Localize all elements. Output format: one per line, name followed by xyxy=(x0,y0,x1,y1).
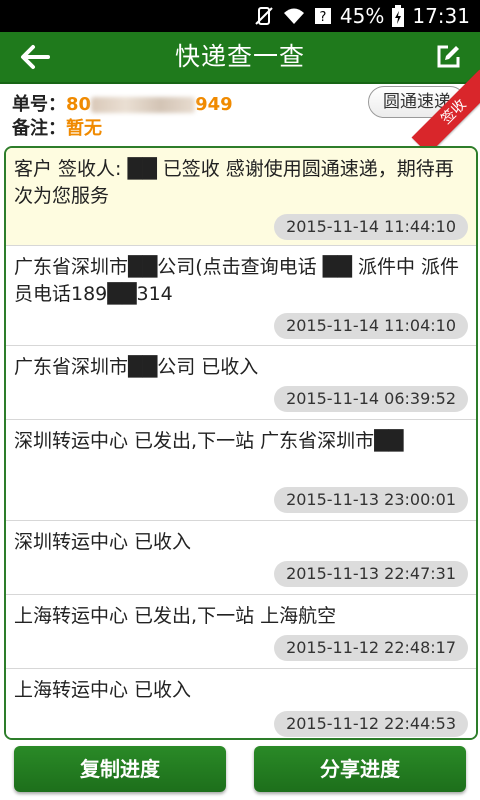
app-bar: 快递查一查 xyxy=(0,32,480,84)
copy-progress-button[interactable]: 复制进度 xyxy=(14,746,226,792)
edit-icon xyxy=(437,45,460,68)
signal-icon: ? xyxy=(314,6,332,26)
event-text: 客户 签收人: ██ 已签收 感谢使用圆通速递，期待再次为您服务 xyxy=(14,158,454,207)
event-text: 上海转运中心 已发出,下一站 上海航空 xyxy=(14,605,337,627)
event-time: 2015-11-14 11:04:10 xyxy=(274,313,468,339)
note-label: 备注： xyxy=(12,118,66,139)
tracking-number-suffix: 949 xyxy=(195,94,233,115)
svg-text:?: ? xyxy=(319,10,326,25)
clock: 17:31 xyxy=(412,4,470,28)
battery-percent: 45% xyxy=(339,4,385,28)
note-row: 备注：暂无 xyxy=(12,114,102,140)
event-time: 2015-11-14 06:39:52 xyxy=(274,386,468,412)
event-text: 上海转运中心 已收入 xyxy=(14,679,192,701)
timeline-item: 深圳转运中心 已发出,下一站 广东省深圳市██ 2015-11-13 23:00… xyxy=(6,420,476,521)
page-title: 快递查一查 xyxy=(174,42,305,71)
status-bar: ? 45% 17:31 xyxy=(0,0,480,32)
tracking-timeline[interactable]: 客户 签收人: ██ 已签收 感谢使用圆通速递，期待再次为您服务 2015-11… xyxy=(4,146,478,740)
event-text: 深圳转运中心 已发出,下一站 广东省深圳市██ xyxy=(14,430,404,452)
status-icons: ? 45% 17:31 xyxy=(254,0,470,32)
edit-button[interactable] xyxy=(432,41,464,73)
note-value: 暂无 xyxy=(66,118,102,139)
wifi-icon xyxy=(282,6,306,26)
share-progress-button[interactable]: 分享进度 xyxy=(254,746,466,792)
event-time: 2015-11-12 22:48:17 xyxy=(274,635,468,661)
redacted-block xyxy=(91,97,196,113)
timeline-item: 深圳转运中心 已收入 2015-11-13 22:47:31 xyxy=(6,521,476,595)
timeline-item: 广东省深圳市██公司 已收入 2015-11-14 06:39:52 xyxy=(6,346,476,420)
event-text: 深圳转运中心 已收入 xyxy=(14,531,192,553)
timeline-item: 上海转运中心 已发出,下一站 上海航空 2015-11-12 22:48:17 xyxy=(6,595,476,669)
timeline-item[interactable]: 广东省深圳市██公司(点击查询电话 ██ 派件中 派件员电话189██314 2… xyxy=(6,246,476,346)
timeline-item: 上海转运中心 已收入 2015-11-12 22:44:53 xyxy=(6,669,476,738)
event-time: 2015-11-12 22:44:53 xyxy=(274,711,468,737)
event-text: 广东省深圳市██公司 已收入 xyxy=(14,356,259,378)
event-time: 2015-11-13 22:47:31 xyxy=(274,561,468,587)
event-text: 广东省深圳市██公司(点击查询电话 ██ 派件中 派件员电话189██314 xyxy=(14,256,459,305)
event-time: 2015-11-14 11:44:10 xyxy=(274,214,468,240)
tracking-number-label: 单号： xyxy=(12,94,66,115)
silent-icon xyxy=(254,6,274,26)
tracking-number-row: 单号：80 949 xyxy=(12,90,233,116)
timeline-item: 客户 签收人: ██ 已签收 感谢使用圆通速递，期待再次为您服务 2015-11… xyxy=(6,148,476,246)
tracking-number-prefix: 80 xyxy=(66,94,92,115)
battery-icon xyxy=(392,5,405,27)
event-time: 2015-11-13 23:00:01 xyxy=(274,487,468,513)
